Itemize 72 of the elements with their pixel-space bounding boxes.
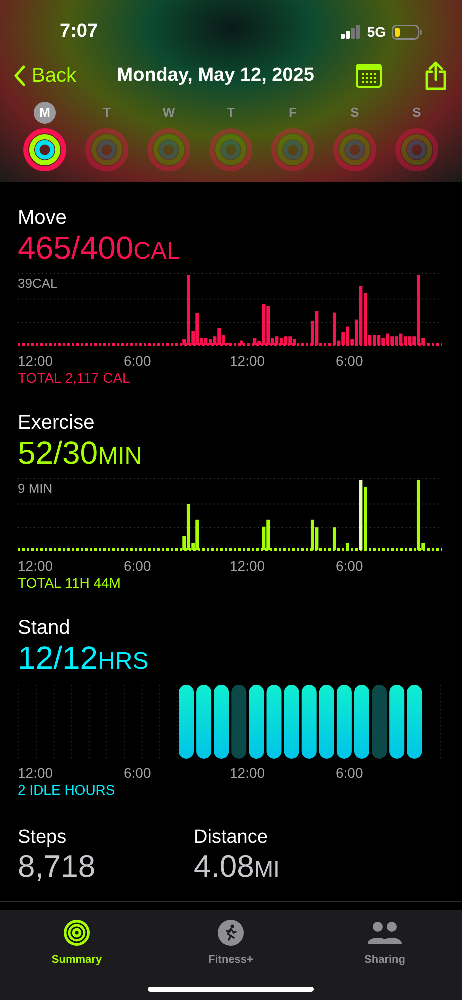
axis-label: 6:00 [124, 558, 152, 574]
stat-unit: MI [254, 855, 280, 883]
battery-icon [392, 24, 422, 40]
weekday-label: S [412, 104, 422, 122]
axis-label: 12:00 [230, 558, 266, 574]
weekday-label: F [289, 104, 297, 122]
chart-bar [332, 528, 336, 550]
weekday-label: S [350, 104, 360, 122]
activity-rings-icon [333, 128, 377, 172]
activity-rings-icon [85, 128, 129, 172]
weekday-label: T [103, 104, 111, 122]
section-title: Exercise [18, 411, 96, 435]
goal-unit: HRS [98, 647, 149, 677]
axis-label: 12:00 [18, 353, 54, 369]
tab-bar-item[interactable]: Summary [0, 918, 154, 968]
rings-icon [63, 919, 91, 947]
back-button[interactable]: Back [14, 61, 76, 91]
day-selector[interactable]: T [200, 102, 262, 172]
goal-value: 12/12 [18, 640, 98, 676]
axis-label: 12:00 [230, 353, 266, 369]
weekday-label: T [227, 104, 235, 122]
goal-unit: CAL [134, 237, 180, 267]
activity-rings-icon [147, 128, 191, 172]
day-selector[interactable]: S [324, 102, 386, 172]
activity-rings-icon [23, 128, 67, 172]
axis-label: 6:00 [336, 353, 364, 369]
goal-value: 52/30 [18, 435, 98, 471]
axis-label: 6:00 [124, 353, 152, 369]
stat-label: Steps [18, 827, 68, 849]
stat-label: Distance [194, 827, 269, 849]
tab-bar-item[interactable]: Fitness+ [154, 918, 308, 968]
weekday-label: M [34, 102, 56, 124]
date-title: Monday, May 12, 2025 [117, 64, 314, 88]
signal-icon [341, 25, 362, 39]
axis-label: 6:00 [124, 765, 152, 781]
status-time: 7:07 [60, 20, 98, 44]
chevron-left-icon [14, 65, 26, 87]
stat-value: 4.08 [194, 849, 254, 885]
calendar-icon [355, 63, 384, 89]
share-icon [424, 61, 448, 91]
axis-label: 6:00 [336, 765, 364, 781]
runner-icon [218, 920, 244, 946]
day-selector[interactable]: W [138, 102, 200, 172]
goal-unit: MIN [98, 442, 142, 472]
section-title: Stand [18, 616, 72, 640]
day-selector[interactable]: S [386, 102, 448, 172]
stat-value: 8,718 [18, 849, 96, 885]
axis-label: 6:00 [336, 558, 364, 574]
weekday-label: W [162, 104, 176, 122]
day-selector[interactable]: F [262, 102, 324, 172]
tab-bar-item[interactable]: Sharing [308, 918, 462, 968]
calendar-button[interactable] [355, 63, 384, 89]
axis-label: 12:00 [18, 765, 54, 781]
chart-total: 2 IDLE HOURS [18, 781, 116, 799]
chart-total: TOTAL 2,117 CAL [18, 369, 132, 387]
people-icon [367, 920, 403, 946]
chart-bar [346, 543, 350, 550]
axis-label: 12:00 [230, 765, 266, 781]
chart-bar [240, 340, 244, 345]
activity-rings-icon [209, 128, 253, 172]
share-button[interactable] [424, 61, 448, 91]
chart-max-label: 39CAL [18, 276, 58, 291]
activity-rings-icon [271, 128, 315, 172]
activity-rings-icon [395, 128, 439, 172]
goal-value: 465/400 [18, 230, 134, 266]
day-selector[interactable]: M [14, 102, 76, 172]
section-title: Move [18, 206, 68, 230]
chart-total: TOTAL 11H 44M [18, 574, 122, 592]
network-label: 5G [367, 22, 386, 42]
chart-max-label: 9 MIN [18, 481, 53, 496]
day-selector[interactable]: T [76, 102, 138, 172]
axis-label: 12:00 [18, 558, 54, 574]
